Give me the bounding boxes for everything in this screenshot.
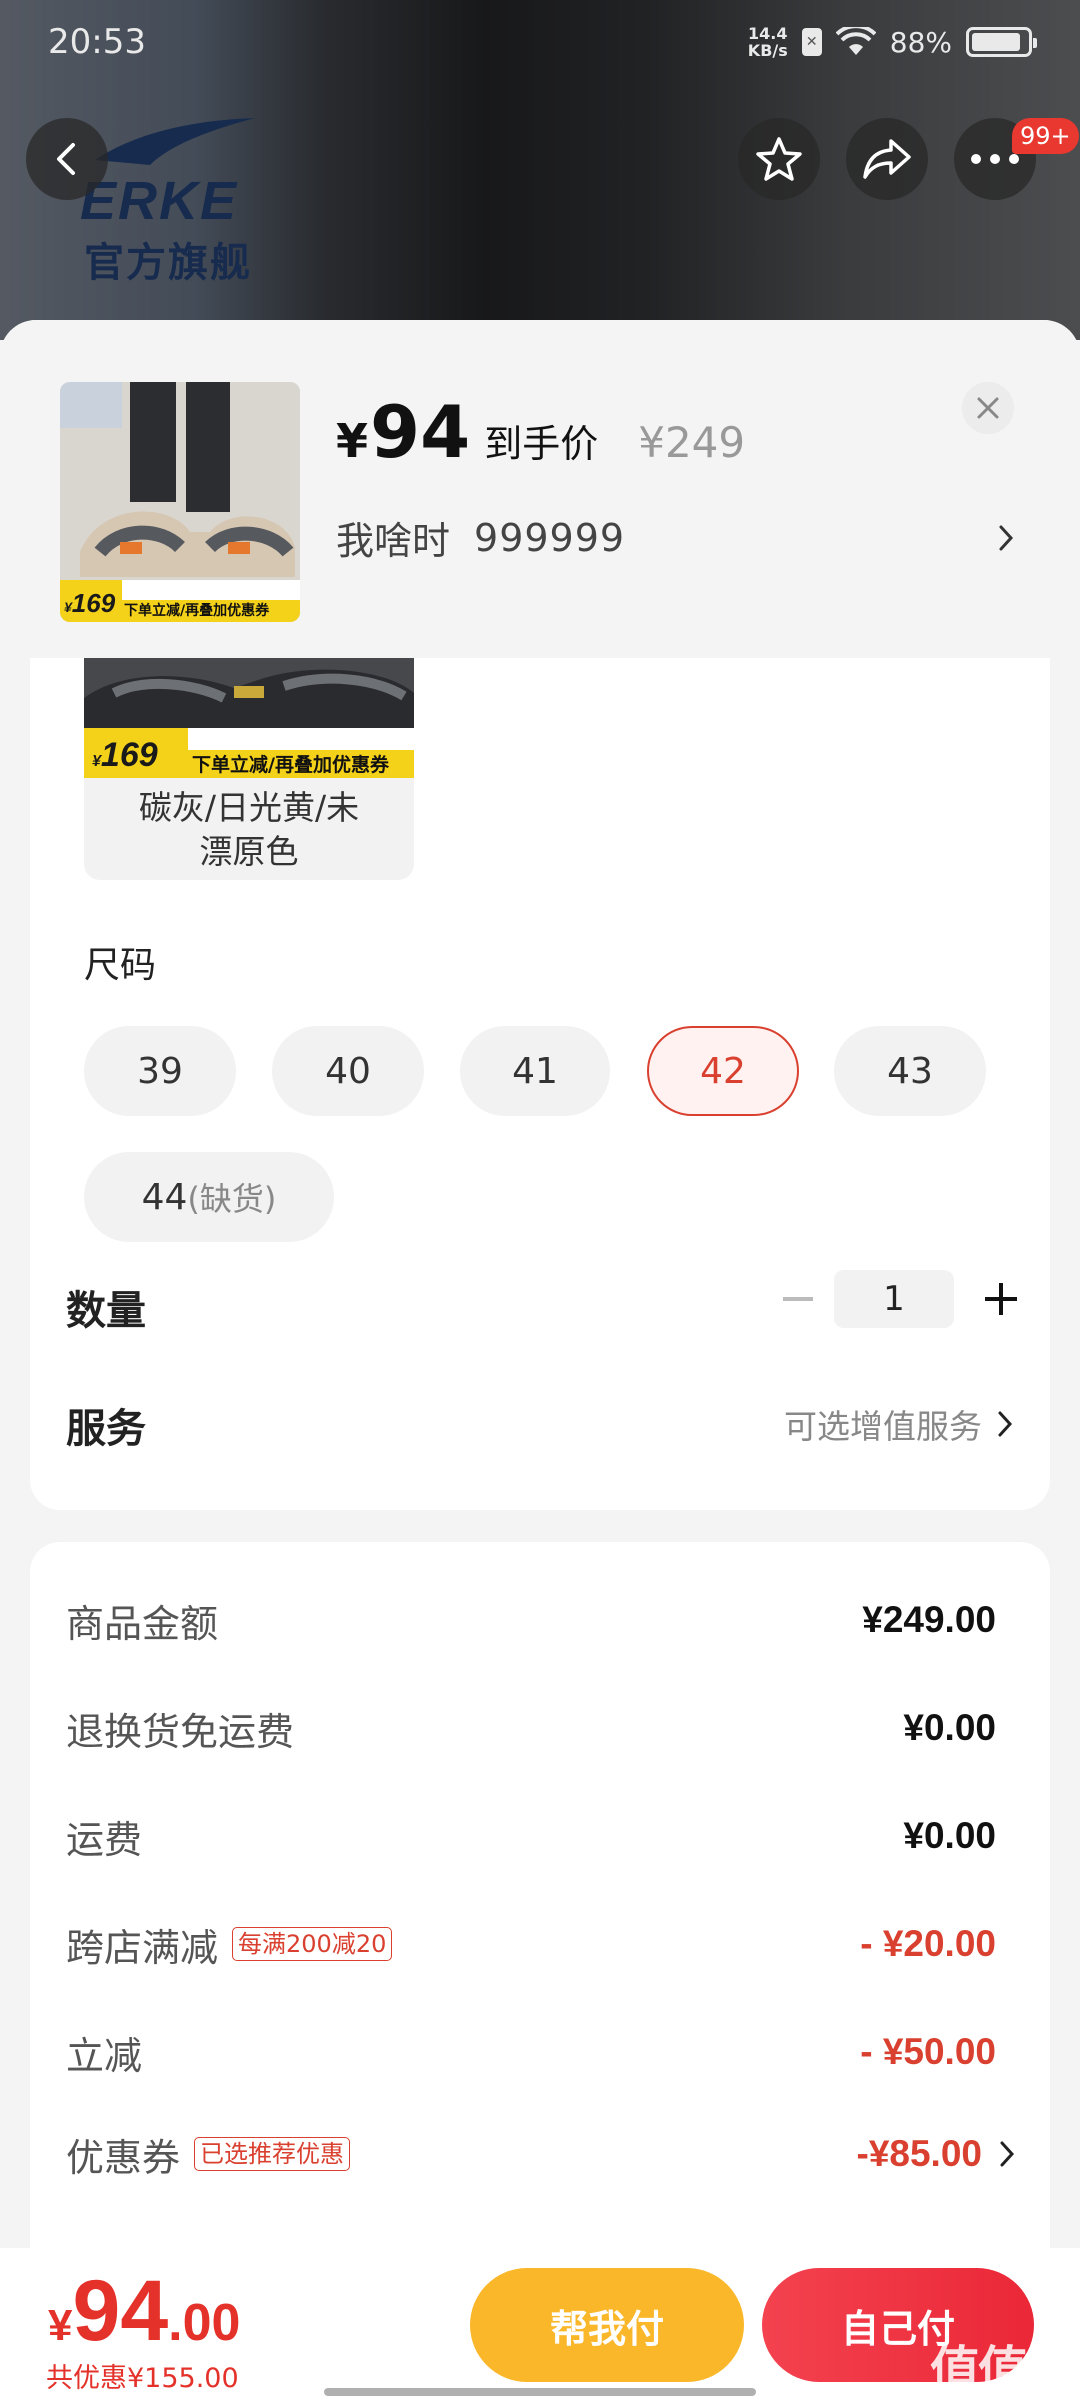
- chevron-right-icon: [1000, 2141, 1015, 2167]
- status-bar: 20:53 14.4 KB/s ✕ 88%: [0, 0, 1080, 84]
- price-line-cross-store-discount: 跨店满减 每满200减20 - ¥20.00: [66, 1914, 996, 1974]
- size-option-42-selected[interactable]: 42: [647, 1026, 799, 1116]
- favorite-button[interactable]: [738, 118, 820, 200]
- quantity-increase-button[interactable]: [976, 1272, 1026, 1326]
- price-line-label: 立减: [66, 2033, 143, 2078]
- price-line-value: ¥249.00: [862, 1599, 996, 1640]
- price-line-value: ¥0.00: [903, 1707, 996, 1748]
- color-option-label: 碳灰/日光黄/未 漂原色: [84, 786, 414, 874]
- quantity-value[interactable]: 1: [834, 1270, 954, 1328]
- back-icon: [57, 143, 75, 175]
- out-of-stock-note: (缺货): [187, 1180, 277, 1218]
- size-option-40[interactable]: 40: [272, 1026, 424, 1116]
- color-label-line2: 漂原色: [199, 832, 299, 871]
- sheet-header: ¥169 下单立减/再叠加优惠券 ¥ 94 到手价 ¥249 我啥时 99999…: [0, 320, 1080, 660]
- price-line-label: 商品金额: [66, 1601, 219, 1646]
- share-icon: [863, 139, 911, 179]
- price-row: ¥ 94 到手价 ¥249: [336, 390, 745, 474]
- discount-tag: 每满200减20: [232, 1927, 393, 1961]
- sku-options-card: ¥169 下单立减/再叠加优惠券 碳灰/日光黄/未 漂原色 尺码 39 40 4…: [30, 658, 1050, 1510]
- total-decimal: .00: [168, 2294, 241, 2352]
- color-option[interactable]: ¥169 下单立减/再叠加优惠券 碳灰/日光黄/未 漂原色: [84, 658, 414, 880]
- total-currency: ¥: [48, 2301, 73, 2350]
- price-line-label: 运费: [66, 1817, 143, 1862]
- chevron-right-icon: [998, 1411, 1013, 1437]
- price-line-label: 跨店满减: [66, 1925, 219, 1970]
- price-detail-card: 商品金额 ¥249.00 退换货免运费 ¥0.00 运费 ¥0.00 跨店满减 …: [30, 1542, 1050, 2302]
- price-line-coupon[interactable]: 优惠券 已选推荐优惠 -¥85.00: [66, 2124, 1016, 2184]
- network-speed: 14.4 KB/s: [748, 25, 788, 59]
- total-savings: 共优惠¥155.00: [46, 2363, 239, 2394]
- delivery-address-row[interactable]: 我啥时 999999: [336, 510, 1016, 565]
- price-line-value: - ¥20.00: [860, 1923, 996, 1964]
- price-line-instant-discount: 立减 - ¥50.00: [66, 2022, 996, 2082]
- total-price: ¥ 94 .00: [48, 2262, 240, 2361]
- coupon-tag: 已选推荐优惠: [194, 2137, 351, 2171]
- price-line-label: 优惠券: [66, 2135, 181, 2180]
- price-line-label: 退换货免运费: [66, 1709, 295, 1754]
- color-img-promo-tag: 下单立减/再叠加优惠券: [192, 754, 389, 776]
- notification-badge: 99+: [1012, 118, 1079, 154]
- battery-icon: [966, 27, 1037, 57]
- back-button[interactable]: [26, 118, 108, 200]
- status-time: 20:53: [48, 22, 146, 62]
- plus-icon: [985, 1283, 1017, 1315]
- size-option-41[interactable]: 41: [460, 1026, 610, 1116]
- size-section-title: 尺码: [84, 945, 157, 986]
- quantity-title: 数量: [66, 1288, 146, 1334]
- thumb-promo-tag: 下单立减/再叠加优惠券: [124, 603, 270, 619]
- minus-icon: [783, 1297, 813, 1301]
- close-icon: [977, 397, 999, 419]
- product-thumbnail[interactable]: ¥169 下单立减/再叠加优惠券: [60, 382, 300, 622]
- price-line-value: ¥0.00: [903, 1815, 996, 1856]
- network-speed-unit: KB/s: [747, 41, 788, 60]
- sku-selection-sheet: ¥169 下单立减/再叠加优惠券 ¥ 94 到手价 ¥249 我啥时 99999…: [0, 320, 1080, 2400]
- thumb-price: ¥169: [64, 588, 116, 618]
- battery-percent: 88%: [889, 25, 952, 59]
- thumb-price-value: 169: [71, 588, 116, 618]
- network-speed-value: 14.4: [748, 24, 788, 43]
- price-line-value: - ¥50.00: [860, 2031, 996, 2072]
- size-option-39[interactable]: 39: [84, 1026, 236, 1116]
- price-line-goods-amount: 商品金额 ¥249.00: [66, 1590, 996, 1650]
- address-label: 我啥时: [336, 519, 451, 563]
- checkout-bar: ¥ 94 .00 共优惠¥155.00 帮我付 自己付: [0, 2248, 1080, 2400]
- home-indicator[interactable]: [324, 2388, 756, 2396]
- battery-level: [972, 33, 1020, 51]
- service-title: 服务: [66, 1406, 146, 1452]
- color-label-line1: 碳灰/日光黄/未: [138, 788, 360, 827]
- help-me-pay-button[interactable]: 帮我付: [470, 2268, 744, 2382]
- coupon-chevron: [998, 2139, 1016, 2169]
- value-added-service-link[interactable]: 可选增值服务: [784, 1400, 1014, 1448]
- color-img-price: ¥169: [92, 736, 158, 774]
- price-line-shipping: 运费 ¥0.00: [66, 1806, 996, 1866]
- more-icon: [971, 154, 1019, 164]
- final-price-label: 到手价: [484, 422, 599, 466]
- original-price: ¥249: [638, 418, 746, 467]
- color-option-image: ¥169 下单立减/再叠加优惠券: [84, 658, 414, 778]
- color-img-price-value: 169: [100, 736, 158, 774]
- service-hint: 可选增值服务: [784, 1407, 982, 1446]
- sim-icon: ✕: [801, 28, 822, 56]
- chevron-right-icon: [999, 525, 1014, 550]
- final-price: 94: [370, 390, 471, 474]
- address-value: 999999: [474, 515, 626, 560]
- site-watermark-url: zhizhizhi.com: [940, 2380, 1049, 2399]
- price-currency: ¥: [336, 414, 369, 468]
- star-icon: [756, 137, 802, 181]
- share-button[interactable]: [846, 118, 928, 200]
- product-image: [60, 382, 300, 622]
- price-line-value: -¥85.00: [856, 2133, 983, 2174]
- size-option-44-label: 44: [141, 1176, 188, 1218]
- close-button[interactable]: [962, 382, 1014, 434]
- size-option-43[interactable]: 43: [834, 1026, 986, 1116]
- quantity-decrease-button[interactable]: [778, 1274, 818, 1324]
- price-line-free-return-shipping: 退换货免运费 ¥0.00: [66, 1698, 996, 1758]
- size-option-44-out-of-stock[interactable]: 44 (缺货): [84, 1152, 334, 1242]
- wifi-icon: [835, 27, 876, 55]
- total-integer: 94: [72, 2263, 169, 2359]
- status-icons: 14.4 KB/s ✕ 88%: [748, 25, 1037, 59]
